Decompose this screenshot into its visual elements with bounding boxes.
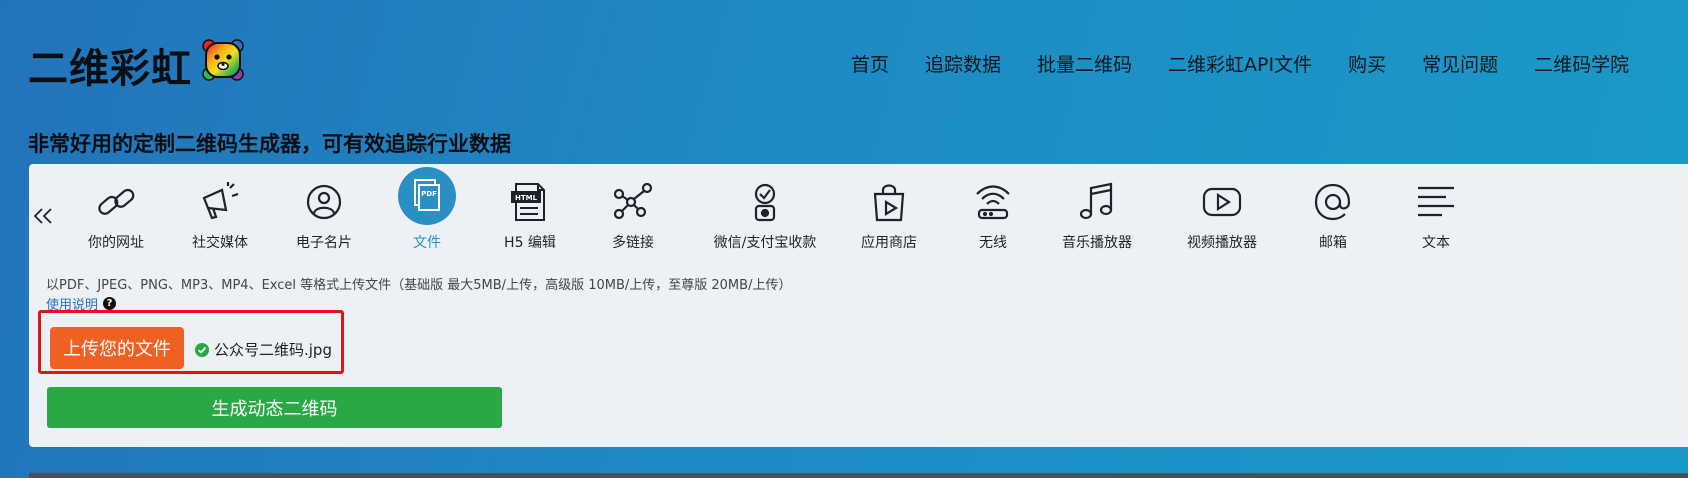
type-appstore[interactable]: 应用商店 bbox=[831, 176, 947, 256]
nav-faq[interactable]: 常见问题 bbox=[1422, 50, 1498, 77]
nav-buy[interactable]: 购买 bbox=[1348, 50, 1386, 77]
pdf-file-icon: PDF bbox=[398, 167, 456, 225]
type-email[interactable]: 邮箱 bbox=[1275, 176, 1391, 256]
question-icon: ? bbox=[103, 297, 117, 310]
nav-home[interactable]: 首页 bbox=[851, 50, 889, 77]
type-h5[interactable]: HTML H5 编辑 bbox=[472, 176, 588, 256]
type-label: 文本 bbox=[1422, 235, 1450, 251]
nav-batch[interactable]: 批量二维码 bbox=[1037, 50, 1132, 77]
type-label: 你的网址 bbox=[88, 235, 144, 251]
type-label: 多链接 bbox=[612, 235, 654, 251]
generator-panel: 你的网址 社交媒体 电子名片 PDF 文件 HTML H5 编辑 多链接 微信/… bbox=[29, 164, 1688, 447]
type-label: 无线 bbox=[979, 235, 1007, 251]
svg-text:PDF: PDF bbox=[421, 190, 437, 198]
nav-academy[interactable]: 二维码学院 bbox=[1534, 50, 1629, 77]
type-label: 电子名片 bbox=[296, 235, 352, 251]
upload-file-button[interactable]: 上传您的文件 bbox=[50, 327, 184, 369]
text-lines-icon bbox=[1418, 186, 1454, 217]
type-text[interactable]: 文本 bbox=[1378, 176, 1494, 256]
type-payment[interactable]: 微信/支付宝收款 bbox=[705, 176, 825, 256]
site-logo[interactable]: 二维彩虹 bbox=[28, 36, 244, 94]
type-label: H5 编辑 bbox=[504, 235, 556, 251]
type-label: 邮箱 bbox=[1319, 235, 1347, 251]
nav-tracking[interactable]: 追踪数据 bbox=[925, 50, 1001, 77]
type-url[interactable]: 你的网址 bbox=[58, 176, 174, 256]
multi-link-icon bbox=[613, 182, 653, 220]
rainbow-bear-icon bbox=[202, 39, 244, 91]
type-label: 应用商店 bbox=[861, 235, 917, 251]
upload-description: 以PDF、JPEG、PNG、MP3、MP4、Excel 等格式上传文件（基础版 … bbox=[46, 278, 792, 293]
payment-icon bbox=[754, 183, 776, 222]
link-icon bbox=[98, 188, 135, 215]
uploaded-file-status: 公众号二维码.jpg bbox=[195, 339, 332, 360]
at-sign-icon bbox=[1314, 183, 1351, 221]
type-music[interactable]: 音乐播放器 bbox=[1039, 176, 1155, 256]
check-circle-icon bbox=[195, 342, 209, 357]
logo-text: 二维彩虹 bbox=[28, 46, 192, 92]
bottom-divider bbox=[29, 473, 1688, 478]
type-label: 微信/支付宝收款 bbox=[713, 235, 817, 251]
megaphone-icon bbox=[202, 182, 239, 220]
type-vcard[interactable]: 电子名片 bbox=[266, 176, 382, 256]
type-label: 文件 bbox=[413, 235, 441, 251]
uploaded-file-name: 公众号二维码.jpg bbox=[214, 341, 332, 359]
wifi-router-icon bbox=[976, 185, 1010, 220]
html-file-icon: HTML bbox=[511, 183, 545, 221]
app-store-icon bbox=[873, 184, 905, 222]
user-card-icon bbox=[306, 184, 342, 220]
music-note-icon bbox=[1079, 182, 1113, 220]
svg-text:HTML: HTML bbox=[515, 194, 538, 202]
type-wifi[interactable]: 无线 bbox=[935, 176, 1051, 256]
type-video[interactable]: 视频播放器 bbox=[1164, 176, 1280, 256]
type-label: 音乐播放器 bbox=[1062, 235, 1132, 251]
type-social[interactable]: 社交媒体 bbox=[162, 176, 278, 256]
double-chevron-left-icon[interactable] bbox=[31, 204, 55, 232]
generate-qr-button[interactable]: 生成动态二维码 bbox=[47, 387, 502, 428]
nav-api[interactable]: 二维彩虹API文件 bbox=[1168, 50, 1312, 77]
type-label: 社交媒体 bbox=[192, 235, 248, 251]
main-nav: 首页 追踪数据 批量二维码 二维彩虹API文件 购买 常见问题 二维码学院 bbox=[851, 50, 1665, 77]
video-play-icon bbox=[1202, 187, 1242, 217]
type-label: 视频播放器 bbox=[1187, 235, 1257, 251]
page-tagline: 非常好用的定制二维码生成器，可有效追踪行业数据 bbox=[28, 132, 511, 156]
type-multilink[interactable]: 多链接 bbox=[575, 176, 691, 256]
type-file[interactable]: PDF 文件 bbox=[369, 167, 485, 256]
